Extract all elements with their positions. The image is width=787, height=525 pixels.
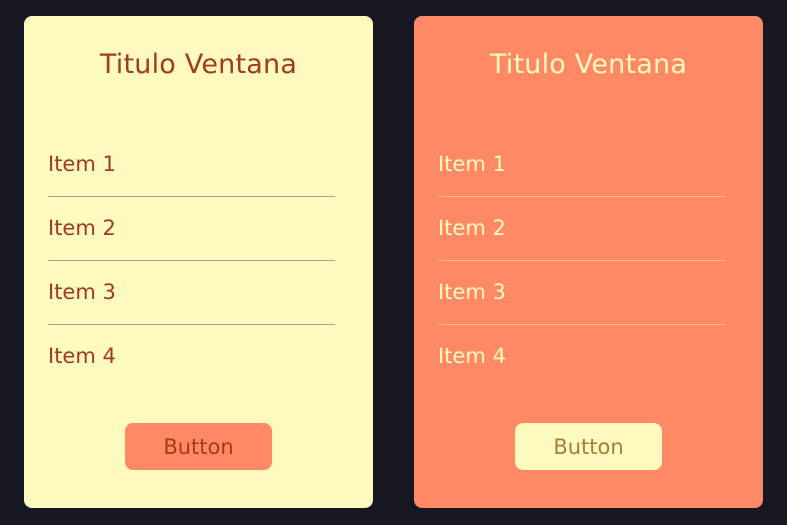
list-item[interactable]: Item 2 [48, 197, 335, 261]
item-list: Item 1 Item 2 Item 3 Item 4 [438, 133, 725, 389]
list-item[interactable]: Item 3 [438, 261, 725, 325]
window-card-orange: Titulo Ventana Item 1 Item 2 Item 3 Item… [414, 16, 763, 508]
list-item[interactable]: Item 2 [438, 197, 725, 261]
item-list: Item 1 Item 2 Item 3 Item 4 [48, 133, 335, 389]
window-title: Titulo Ventana [99, 49, 298, 80]
list-item[interactable]: Item 4 [438, 325, 725, 389]
list-item[interactable]: Item 1 [438, 133, 725, 197]
card-button[interactable]: Button [515, 423, 662, 470]
list-item[interactable]: Item 3 [48, 261, 335, 325]
card-button[interactable]: Button [125, 423, 272, 470]
window-title: Titulo Ventana [489, 49, 688, 80]
window-card-yellow: Titulo Ventana Item 1 Item 2 Item 3 Item… [24, 16, 373, 508]
list-item[interactable]: Item 4 [48, 325, 335, 389]
list-item[interactable]: Item 1 [48, 133, 335, 197]
